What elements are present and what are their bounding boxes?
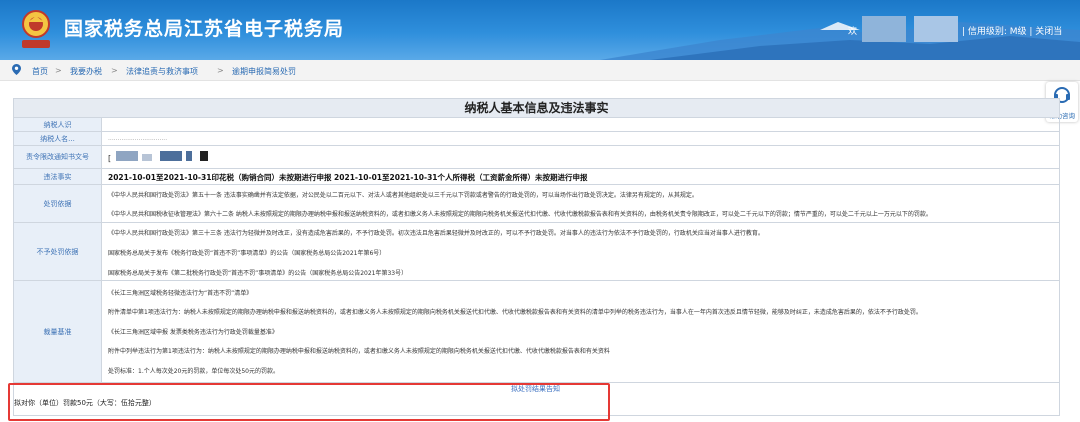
- panel-title: 纳税人基本信息及违法事实: [14, 99, 1059, 118]
- taxpayer-name-label: 纳税人名...: [14, 132, 102, 146]
- notice-no-value: [: [108, 154, 112, 163]
- taxpayer-name-value: ...............................: [108, 135, 168, 142]
- violation-label: 违法事实: [14, 169, 102, 185]
- violation-text: 2021-10-01至2021-10-31印花税（购销合同）未按期进行申报 20…: [108, 173, 588, 182]
- standard-text-1: 《长江三角洲区域税务轻微违法行为“首违不罚”清单》: [108, 290, 253, 297]
- user-credit-info[interactable]: | 信用级别: M级 | 关闭当: [962, 24, 1062, 37]
- standard-text-5: 处罚标准：1.个人每次处20元的罚款，单位每次处50元的罚款。: [108, 368, 279, 375]
- exempt-text-1: 《中华人民共和国行政处罚法》第三十三条 违法行为轻微并及时改正，没有造成危害后果…: [108, 230, 764, 237]
- taxpayer-info-panel: 纳税人基本信息及违法事实 纳税人识 纳税人名... ..............…: [13, 98, 1060, 416]
- exempt-text-3: 国家税务总局关于发布《第二批税务行政处罚“首违不罚”事项清单》的公告（国家税务总…: [108, 270, 408, 277]
- redacted-notice-block: [160, 151, 182, 161]
- notice-no-cell: [102, 146, 1059, 169]
- taxpayer-name-cell: [102, 132, 1059, 146]
- penalty-result-notice-link[interactable]: 拟处罚结果告知: [511, 384, 560, 394]
- notice-no-label: 责令限改通知书文号: [14, 146, 102, 169]
- tax-emblem-icon: [16, 8, 56, 52]
- standard-text-2: 附件清单中第1项违法行为：纳税人未按照规定的期限办理纳税申报和报送纳税资料的，或…: [108, 309, 922, 316]
- exempt-text-2: 国家税务总局关于发布《税务行政处罚“首违不罚”事项清单》的公告（国家税务总局公告…: [108, 250, 386, 257]
- site-header: 国家税务总局江苏省电子税务局 欢 | 信用级别: M级 | 关闭当: [0, 0, 1080, 60]
- breadcrumb-separator: >: [217, 66, 224, 75]
- breadcrumb-separator: >: [55, 66, 62, 75]
- basis-text-1: 《中华人民共和国行政处罚法》第五十一条 违法事实确凿并有法定依据，对公民处以二百…: [108, 192, 698, 199]
- redacted-notice-block: [116, 151, 138, 161]
- standard-text-4: 附件中列举违法行为第1项违法行为：纳税人未按照规定的期限办理纳税申报和报送纳税资…: [108, 348, 610, 355]
- breadcrumb-home[interactable]: 首页: [32, 66, 48, 77]
- redacted-notice-block: [142, 154, 152, 161]
- site-title: 国家税务总局江苏省电子税务局: [64, 18, 345, 40]
- standard-label: 裁量基准: [14, 281, 102, 383]
- location-pin-icon: [12, 64, 21, 77]
- basis-text-2: 《中华人民共和国税收征收管理法》第六十二条 纳税人未按照规定的期限办理纳税申报和…: [108, 211, 932, 218]
- redacted-notice-block: [186, 151, 192, 161]
- breadcrumb-legal[interactable]: 法律追责与救济事项: [126, 66, 198, 77]
- standard-text-3: 《长江三角洲区域申报 发票类税务违法行为行政处罚裁量基准》: [108, 329, 278, 336]
- taxpayer-id-value: [102, 118, 1059, 132]
- breadcrumb-current: 逾期申报简易处罚: [232, 67, 296, 76]
- redacted-user-id: [914, 16, 958, 42]
- breadcrumb: 首页 > 我要办税 > 法律追责与救济事项 > 逾期申报简易处罚: [0, 60, 1080, 81]
- breadcrumb-tax[interactable]: 我要办税: [70, 66, 102, 77]
- exempt-label: 不予处罚依据: [14, 223, 102, 281]
- taxpayer-id-label: 纳税人识: [14, 118, 102, 132]
- breadcrumb-separator: >: [111, 66, 118, 75]
- basis-label: 处罚依据: [14, 185, 102, 223]
- welcome-text: 欢: [848, 27, 858, 37]
- redacted-username: [862, 16, 906, 42]
- penalty-amount-text: 拟对你（单位）罚款50元（大写：伍拾元整）: [14, 399, 156, 407]
- redacted-notice-block: [200, 151, 208, 161]
